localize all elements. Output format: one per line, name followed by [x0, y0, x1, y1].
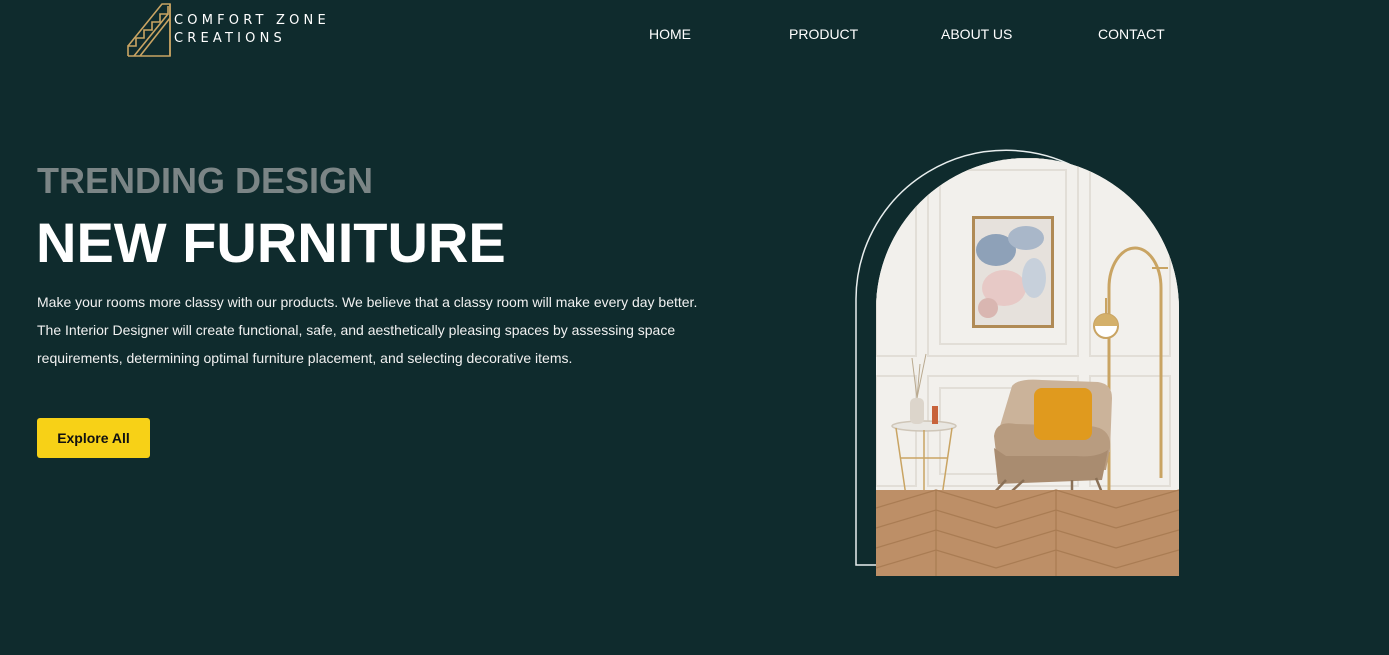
nav-home[interactable]: HOME [649, 26, 691, 42]
explore-all-button[interactable]: Explore All [37, 418, 150, 458]
hero-image [876, 158, 1179, 576]
hero-title: NEW FURNITURE [36, 211, 506, 274]
hero-kicker: TRENDING DESIGN [37, 160, 374, 201]
nav-about-us[interactable]: ABOUT US [941, 26, 1012, 42]
nav-contact[interactable]: CONTACT [1098, 26, 1165, 42]
main-nav: HOME PRODUCT ABOUT US CONTACT [0, 26, 1389, 44]
armchair-room-image [876, 158, 1179, 576]
hero-description: Make your rooms more classy with our pro… [37, 294, 698, 366]
nav-product[interactable]: PRODUCT [789, 26, 858, 42]
